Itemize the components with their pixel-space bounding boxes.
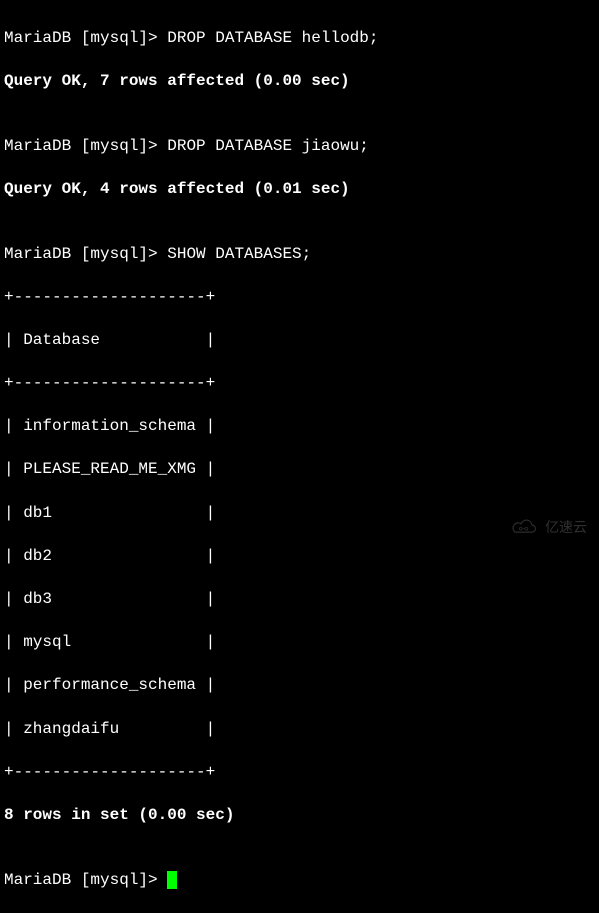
command-line: MariaDB [mysql]> DROP DATABASE jiaowu; (4, 136, 595, 158)
table-row: | performance_schema | (4, 675, 595, 697)
cursor-icon (167, 871, 177, 889)
table-row: | db2 | (4, 546, 595, 568)
row-count-summary: 8 rows in set (0.00 sec) (4, 805, 595, 827)
command-line[interactable]: MariaDB [mysql]> (4, 870, 595, 892)
table-border: +--------------------+ (4, 287, 595, 309)
watermark-text: 亿速云 (545, 518, 587, 537)
table-row: | information_schema | (4, 416, 595, 438)
terminal-output: MariaDB [mysql]> DROP DATABASE hellodb; … (4, 6, 595, 913)
prompt: MariaDB [mysql]> (4, 137, 167, 155)
prompt: MariaDB [mysql]> (4, 29, 167, 47)
table-border: +--------------------+ (4, 762, 595, 784)
table-row: | db3 | (4, 589, 595, 611)
command-line: MariaDB [mysql]> DROP DATABASE hellodb; (4, 28, 595, 50)
sql-command: SHOW DATABASES; (167, 245, 311, 263)
query-result: Query OK, 7 rows affected (0.00 sec) (4, 71, 595, 93)
sql-command: DROP DATABASE hellodb; (167, 29, 378, 47)
table-row: | db1 | (4, 503, 595, 525)
table-header: | Database | (4, 330, 595, 352)
table-row: | mysql | (4, 632, 595, 654)
prompt: MariaDB [mysql]> (4, 871, 167, 889)
prompt: MariaDB [mysql]> (4, 245, 167, 263)
command-line: MariaDB [mysql]> SHOW DATABASES; (4, 244, 595, 266)
table-row: | zhangdaifu | (4, 719, 595, 741)
cloud-icon (511, 519, 539, 537)
table-row: | PLEASE_READ_ME_XMG | (4, 459, 595, 481)
watermark: 亿速云 (511, 518, 587, 537)
table-border: +--------------------+ (4, 373, 595, 395)
sql-command: DROP DATABASE jiaowu; (167, 137, 369, 155)
query-result: Query OK, 4 rows affected (0.01 sec) (4, 179, 595, 201)
